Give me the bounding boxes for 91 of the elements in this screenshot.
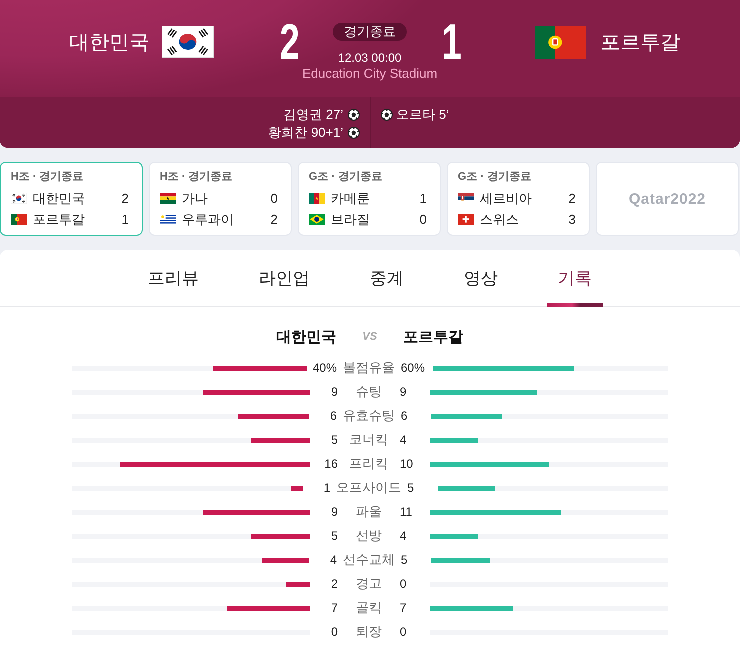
- stat-value: 5: [330, 433, 338, 447]
- stat-value: 5: [401, 553, 409, 567]
- stat-value: 6: [329, 409, 337, 423]
- cameroonian-flag-icon: [309, 193, 325, 204]
- match-card[interactable]: G조 · 경기종료 세르비아 2 스위스 3: [447, 162, 590, 236]
- tab[interactable]: 영상: [453, 250, 509, 307]
- match-card[interactable]: G조 · 경기종료 카메룬 1 브라질 0: [298, 162, 441, 236]
- team-name: 포르투갈: [33, 210, 86, 228]
- stat-value: 10: [400, 457, 414, 471]
- brazilian-flag-icon: [309, 214, 325, 225]
- team-score: 2: [568, 191, 576, 206]
- goal-scorer: 황희찬 90+1’: [268, 124, 344, 142]
- team-score: 2: [270, 212, 278, 227]
- soccer-ball-icon: [348, 127, 360, 139]
- stat-label: 유효슈팅: [343, 407, 395, 425]
- stat-value: 4: [400, 433, 408, 447]
- match-status-label: H조 · 경기종료: [160, 170, 234, 184]
- match-datetime: 12.03 00:00: [338, 51, 402, 65]
- team-score: 2: [122, 191, 129, 206]
- goal-scorer: 오르타 5’: [396, 106, 450, 124]
- korean-flag-icon: [11, 193, 27, 204]
- goal-scorer: 김영권 27’: [284, 106, 344, 124]
- stat-value: 0: [400, 625, 408, 639]
- team-name: 우루과이: [182, 210, 235, 228]
- serbian-flag-icon: [458, 193, 474, 204]
- stat-label: 코너킥: [348, 431, 390, 449]
- team-name: 대한민국: [276, 328, 337, 346]
- match-status-label: H조 · 경기종료: [11, 170, 85, 184]
- stat-value: 40%: [312, 361, 337, 375]
- team-name: 가나: [182, 190, 209, 208]
- portuguese-flag-icon: [11, 214, 27, 225]
- stat-value: 1: [322, 481, 330, 495]
- match-card[interactable]: H조 · 경기종료 대한민국 2 포르투갈 1: [0, 162, 143, 236]
- team-score: 0: [270, 191, 278, 206]
- stat-value: 7: [400, 601, 408, 615]
- stat-value: 5: [408, 481, 416, 495]
- uruguayan-flag-icon: [160, 214, 176, 225]
- swiss-flag-icon: [458, 214, 474, 225]
- tab[interactable]: 중계: [359, 250, 415, 307]
- team-score: 1: [420, 191, 427, 206]
- stat-value: 0: [330, 625, 338, 639]
- stat-label: 골킥: [355, 599, 383, 617]
- stat-value: 9: [330, 385, 338, 399]
- stat-label: 파울: [355, 503, 383, 521]
- team-name: 대한민국: [33, 190, 86, 208]
- stat-label: 오프사이드: [336, 479, 402, 497]
- away-score: 1: [441, 17, 462, 67]
- ghanaian-flag-icon: [160, 193, 176, 204]
- stat-label: 볼점유율: [343, 359, 395, 377]
- team-name: 브라질: [331, 210, 371, 228]
- stat-value: 16: [324, 457, 338, 471]
- stat-value: 6: [401, 409, 409, 423]
- match-status-label: G조 · 경기종료: [309, 170, 384, 184]
- match-status-badge: 경기종료: [333, 23, 407, 41]
- stat-value: 9: [400, 385, 408, 399]
- team-score: 3: [568, 212, 576, 227]
- stat-value: 7: [330, 601, 338, 615]
- vs-label: VS: [362, 331, 378, 343]
- tab[interactable]: 라인업: [248, 250, 321, 307]
- team-name: 스위스: [480, 210, 520, 228]
- stat-label: 선방: [355, 527, 383, 545]
- stat-value: 0: [400, 577, 408, 591]
- tab[interactable]: 프리뷰: [137, 250, 210, 307]
- soccer-ball-icon: [380, 109, 392, 121]
- stat-label: 선수교체: [343, 551, 395, 569]
- stat-value: 11: [400, 505, 414, 519]
- team-name: 포르투갈: [403, 328, 464, 346]
- team-score: 0: [420, 212, 427, 227]
- home-score: 2: [280, 17, 300, 67]
- stat-label: 프리킥: [348, 455, 390, 473]
- team-name: 카메룬: [331, 190, 371, 208]
- match-status-label: G조 · 경기종료: [458, 170, 532, 184]
- stat-value: 2: [330, 577, 338, 591]
- match-card[interactable]: H조 · 경기종료 가나 0 우루과이 2: [149, 162, 292, 236]
- stat-label: 퇴장: [355, 623, 383, 641]
- stat-value: 4: [329, 553, 337, 567]
- stat-label: 경고: [355, 575, 383, 593]
- team-name: 세르비아: [480, 190, 533, 208]
- portuguese-flag-icon: [535, 26, 586, 58]
- stat-value: 60%: [401, 361, 426, 375]
- venue-name: Education City Stadium: [302, 66, 438, 82]
- team-score: 1: [122, 212, 129, 227]
- korean-flag-icon: [162, 26, 214, 58]
- stat-label: 슈팅: [355, 383, 383, 401]
- team-name: 대한민국: [70, 30, 150, 56]
- stat-value: 4: [400, 529, 408, 543]
- soccer-ball-icon: [348, 109, 360, 121]
- team-name: 포르투갈: [600, 30, 680, 56]
- stat-value: 9: [330, 505, 338, 519]
- stat-value: 5: [330, 529, 338, 543]
- logo-text: Qatar2022: [628, 190, 706, 208]
